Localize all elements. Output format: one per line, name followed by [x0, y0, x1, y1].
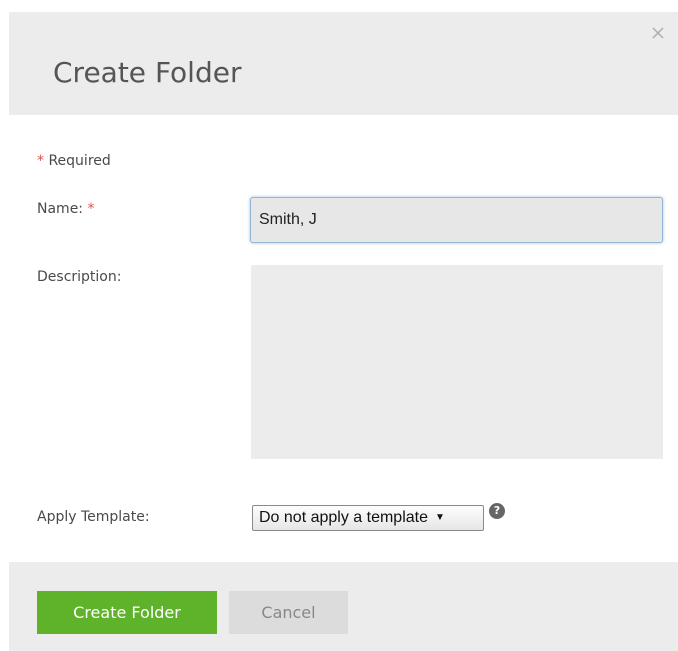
cancel-button[interactable]: Cancel: [229, 591, 348, 634]
close-icon: [652, 27, 664, 39]
close-button[interactable]: [648, 23, 668, 43]
name-label-text: Name:: [37, 201, 84, 217]
dialog-title: Create Folder: [53, 56, 242, 89]
name-input[interactable]: [250, 197, 663, 243]
required-note: * Required: [37, 152, 111, 170]
create-folder-dialog: Create Folder * Required Name: * Descrip…: [0, 0, 678, 651]
template-select[interactable]: Do not apply a template ▼: [252, 505, 484, 531]
description-input[interactable]: [251, 265, 663, 459]
dropdown-arrow-icon: ▼: [435, 512, 445, 523]
required-star: *: [37, 153, 44, 169]
name-label: Name: *: [37, 200, 94, 218]
description-label: Description:: [37, 269, 122, 285]
dialog-header: Create Folder: [9, 12, 678, 115]
help-icon[interactable]: ?: [489, 503, 505, 519]
template-label: Apply Template:: [37, 509, 150, 525]
name-required-star: *: [87, 201, 95, 217]
template-selected-value: Do not apply a template: [259, 509, 428, 526]
create-folder-button[interactable]: Create Folder: [37, 591, 217, 634]
required-text: Required: [48, 153, 111, 169]
